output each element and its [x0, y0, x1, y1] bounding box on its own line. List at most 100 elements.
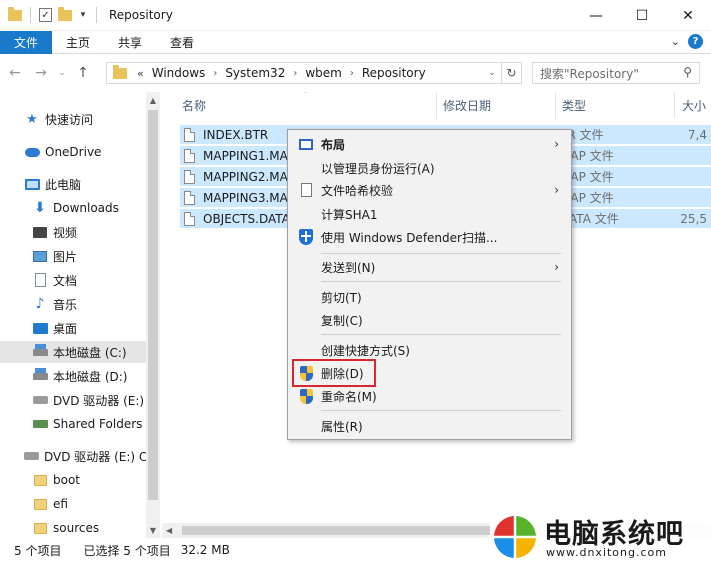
layout-icon: [298, 136, 314, 152]
sidebar-item-onedrive[interactable]: OneDrive: [0, 141, 146, 163]
column-divider[interactable]: [436, 92, 437, 118]
menu-item-run-as-admin[interactable]: 以管理员身份运行(A): [288, 157, 571, 179]
column-header-type[interactable]: 类型: [562, 92, 586, 118]
sidebar-item-documents[interactable]: 文档: [0, 269, 146, 291]
breadcrumb-item[interactable]: Repository: [362, 66, 426, 80]
column-header-size[interactable]: 大小: [682, 92, 706, 118]
navigation-pane-scrollbar[interactable]: ▲ ▼: [146, 92, 160, 538]
menu-item-defender-scan[interactable]: 使用 Windows Defender扫描...: [288, 226, 571, 248]
desktop-icon: [32, 320, 48, 336]
selected-size: 32.2 MB: [180, 543, 230, 557]
address-bar[interactable]: « Windows › System32 › wbem › Repository…: [106, 62, 522, 84]
menu-item-create-shortcut[interactable]: 创建快捷方式(S): [288, 339, 571, 361]
menu-item-cut[interactable]: 剪切(T): [288, 286, 571, 308]
window-title: Repository: [109, 8, 173, 22]
tab-home[interactable]: 主页: [52, 31, 104, 54]
chevron-right-icon[interactable]: ›: [293, 68, 297, 79]
menu-separator: [321, 334, 561, 335]
search-input[interactable]: 搜索"Repository" ⚲: [532, 62, 700, 84]
sidebar-item-label: 本地磁盘 (C:): [53, 345, 127, 360]
breadcrumb-item[interactable]: System32: [225, 66, 285, 80]
scroll-down-icon[interactable]: ▼: [146, 522, 160, 538]
breadcrumb-item[interactable]: wbem: [305, 66, 342, 80]
sidebar-item-dvd-drive-root[interactable]: DVD 驱动器 (E:) C: [0, 445, 147, 467]
sidebar-item-label: 文档: [53, 273, 78, 288]
sidebar-item-downloads[interactable]: ⬇ Downloads: [0, 197, 146, 219]
column-header-name[interactable]: 名称: [182, 92, 206, 118]
shared-folder-icon: [32, 416, 48, 432]
scrollbar-thumb[interactable]: [182, 526, 492, 535]
sidebar-item-efi[interactable]: efi: [0, 493, 146, 515]
sidebar-item-shared-folders[interactable]: Shared Folders: [0, 413, 146, 435]
column-divider[interactable]: [555, 92, 556, 118]
breadcrumb-item[interactable]: Windows: [152, 66, 206, 80]
tab-share[interactable]: 共享: [104, 31, 156, 54]
chevron-right-icon[interactable]: ›: [213, 68, 217, 79]
new-folder-icon[interactable]: [58, 6, 72, 21]
customize-toolbar-icon[interactable]: ▾: [78, 10, 88, 20]
tab-file[interactable]: 文件: [0, 30, 53, 54]
file-size: 25,5: [680, 211, 707, 226]
file-icon: [184, 169, 195, 184]
menu-item-sha1[interactable]: 计算SHA1: [288, 203, 571, 225]
back-button[interactable]: ←: [4, 62, 26, 84]
windows-logo-icon: [493, 515, 537, 559]
chevron-right-icon[interactable]: ›: [350, 68, 354, 79]
sidebar-item-label: 此电脑: [45, 177, 82, 192]
windows-defender-icon: [298, 229, 314, 245]
breadcrumb-overflow[interactable]: «: [137, 67, 144, 80]
help-icon[interactable]: ?: [688, 34, 703, 49]
recent-locations-button[interactable]: ⌄: [56, 62, 68, 84]
chevron-right-icon: ›: [554, 183, 559, 197]
sidebar-item-pictures[interactable]: 图片: [0, 245, 146, 267]
menu-item-file-hash[interactable]: 文件哈希校验 ›: [288, 179, 571, 201]
sidebar-item-label: sources: [53, 521, 100, 535]
quick-access-toolbar: ✓ ▾: [0, 0, 99, 31]
maximize-button[interactable]: ☐: [619, 0, 665, 31]
expand-ribbon-icon[interactable]: ⌄: [671, 35, 680, 48]
menu-item-properties[interactable]: 属性(R): [288, 415, 571, 437]
navigation-pane: ★ 快速访问 OneDrive 此电脑 ⬇ Downloads 视频 图片 文档…: [0, 92, 160, 538]
star-icon: ★: [26, 111, 38, 127]
tab-view[interactable]: 查看: [156, 31, 208, 54]
sidebar-item-local-disk-d[interactable]: 本地磁盘 (D:): [0, 365, 146, 387]
menu-item-copy[interactable]: 复制(C): [288, 309, 571, 331]
column-header-date[interactable]: 修改日期: [443, 92, 491, 118]
picture-icon: [32, 248, 48, 264]
search-placeholder: 搜索"Repository": [540, 66, 639, 81]
sidebar-item-local-disk-c[interactable]: 本地磁盘 (C:): [0, 341, 146, 363]
sidebar-item-boot[interactable]: boot: [0, 469, 146, 491]
sidebar-item-desktop[interactable]: 桌面: [0, 317, 146, 339]
sidebar-item-videos[interactable]: 视频: [0, 221, 146, 243]
file-size: 7,4: [687, 127, 707, 142]
search-icon[interactable]: ⚲: [683, 65, 692, 79]
column-divider[interactable]: [674, 92, 675, 118]
minimize-button[interactable]: —: [573, 0, 619, 31]
sidebar-item-music[interactable]: ♪ 音乐: [0, 293, 146, 315]
menu-item-rename[interactable]: 重命名(M): [288, 385, 571, 407]
properties-icon[interactable]: ✓: [39, 8, 52, 22]
selected-count: 已选择 5 个项目: [83, 543, 171, 558]
up-button[interactable]: ↑: [72, 62, 94, 84]
sidebar-item-quick-access[interactable]: ★ 快速访问: [0, 108, 146, 130]
sidebar-item-this-pc[interactable]: 此电脑: [0, 173, 146, 195]
menu-item-send-to[interactable]: 发送到(N) ›: [288, 256, 571, 278]
menu-item-layout[interactable]: 布局 ›: [288, 133, 571, 155]
sidebar-item-sources[interactable]: sources: [0, 517, 146, 538]
folder-icon: [113, 64, 127, 79]
ribbon: 文件 主页 共享 查看 ⌄ ?: [0, 30, 711, 54]
close-button[interactable]: ✕: [665, 0, 711, 31]
chevron-down-icon[interactable]: ⌄: [483, 68, 501, 78]
scroll-left-icon[interactable]: ◀: [166, 523, 172, 538]
scrollbar-thumb[interactable]: [148, 110, 158, 500]
download-icon: ⬇: [34, 200, 46, 216]
sidebar-item-label: 视频: [53, 225, 78, 240]
scroll-up-icon[interactable]: ▲: [146, 92, 160, 108]
sidebar-item-label: Downloads: [53, 201, 119, 215]
forward-button[interactable]: →: [30, 62, 52, 84]
refresh-icon[interactable]: ↻: [501, 63, 521, 83]
sidebar-item-dvd-drive[interactable]: DVD 驱动器 (E:): [0, 389, 146, 411]
window-controls: — ☐ ✕: [573, 0, 711, 31]
uac-shield-icon: [298, 388, 314, 404]
folder-icon: [8, 6, 22, 21]
